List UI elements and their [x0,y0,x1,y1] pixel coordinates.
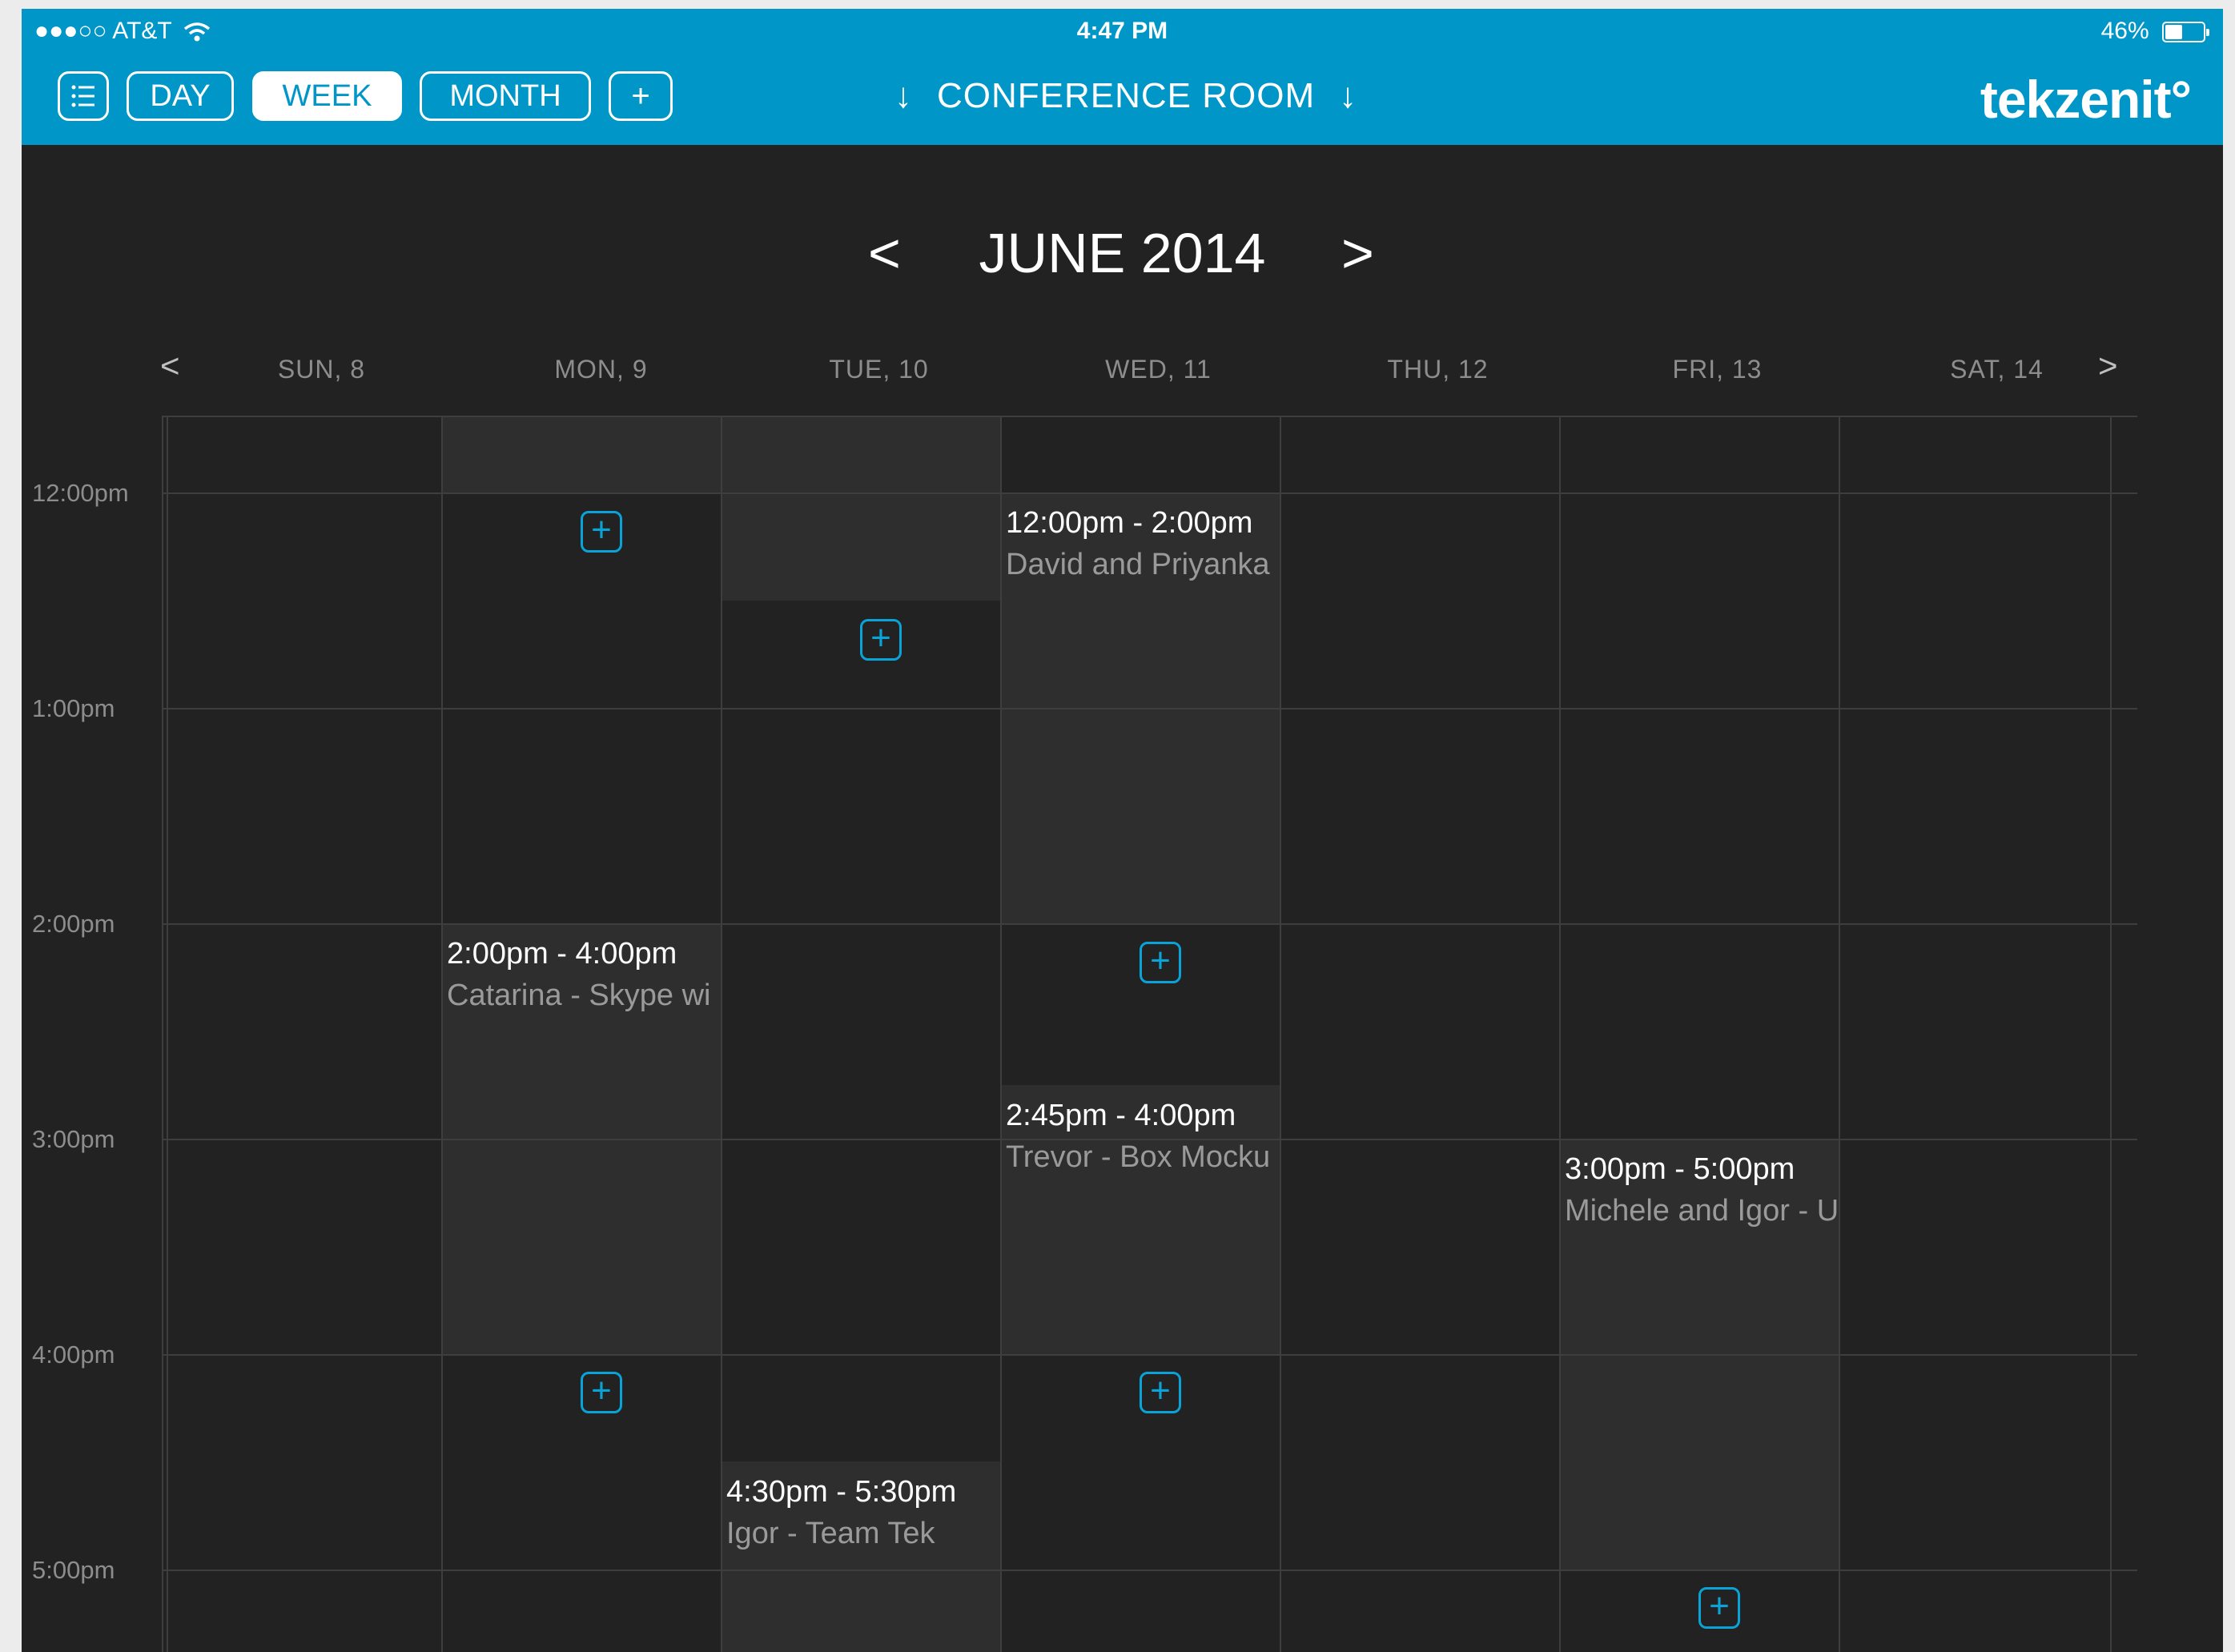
add-slot-button[interactable]: + [581,1372,622,1413]
add-slot-button[interactable]: + [1698,1587,1740,1629]
week-view-button[interactable]: WEEK [252,71,402,121]
day-header-wed: WED, 11 [1105,355,1212,384]
add-event-button[interactable]: + [609,71,673,121]
event-time: 2:45pm - 4:00pm [1006,1099,1236,1132]
list-icon [71,85,94,107]
grid-line [1839,416,1840,1652]
grid-line [162,416,163,1652]
tekzenit-logo: tekzenit° [1980,70,2192,129]
grid-line [162,416,2137,417]
grid-line [721,416,722,1652]
add-slot-button[interactable]: + [1140,1372,1181,1413]
grid-line [1000,416,1002,1652]
unavailable-slot [721,416,1000,601]
status-time: 4:47 PM [1076,18,1168,44]
menu-button[interactable] [58,71,109,121]
time-label: 5:00pm [32,1556,115,1584]
add-slot-button[interactable]: + [581,511,622,553]
day-header-thu: THU, 12 [1387,355,1489,384]
day-header-fri: FRI, 13 [1672,355,1763,384]
day-header-sun: SUN, 8 [277,355,366,384]
month-title: JUNE 2014 [979,222,1266,284]
day-header-mon: MON, 9 [554,355,648,384]
event-time: 12:00pm - 2:00pm [1006,506,1253,540]
time-label: 1:00pm [32,694,115,722]
event-time: 2:00pm - 4:00pm [447,937,677,971]
event-title: Catarina - Skype wi [447,979,711,1012]
day-view-button[interactable]: DAY [127,71,234,121]
room-label: CONFERENCE ROOM [937,76,1316,115]
event-title: Trevor - Box Mocku [1006,1140,1271,1174]
arrow-down-icon: ↓ [894,76,913,115]
grid-line [162,1139,2137,1140]
event-title: David and Priyanka [1006,548,1270,581]
time-label: 2:00pm [32,910,115,938]
add-slot-button[interactable]: + [860,619,902,661]
grid-line [167,416,168,1652]
event-time: 3:00pm - 5:00pm [1565,1152,1795,1186]
time-label: 12:00pm [32,479,129,507]
day-header-sat: SAT, 14 [1950,355,2044,384]
next-week-button[interactable]: > [2098,347,2118,385]
grid-line [162,1570,2137,1571]
event-title: Michele and Igor - U [1565,1194,1839,1228]
arrow-down-icon: ↓ [1339,76,1358,115]
grid-line [1280,416,1281,1652]
grid-line [162,492,2137,494]
top-bar: ●●●○○ AT&T 4:47 PM 46% DAY WEEK MONTH + … [22,9,2223,145]
prev-week-button[interactable]: < [160,347,180,385]
grid-line [162,1354,2137,1356]
grid-line [2110,416,2112,1652]
battery-icon [2162,22,2209,43]
event-title: Igor - Team Tek [726,1517,935,1550]
next-month-button[interactable]: > [1341,221,1374,285]
event-card[interactable]: 2:45pm - 4:00pm Trevor - Box Mocku [1000,1085,1280,1354]
day-header-tue: TUE, 10 [829,355,929,384]
unavailable-slot [441,416,721,492]
battery-percent: 46% [2100,18,2149,44]
add-slot-button[interactable]: + [1140,942,1181,983]
room-selector[interactable]: ↓ CONFERENCE ROOM ↓ [870,71,1381,121]
event-card[interactable]: 4:30pm - 5:30pm Igor - Team Tek [721,1461,1000,1652]
app-screen: ●●●○○ AT&T 4:47 PM 46% DAY WEEK MONTH + … [22,9,2223,1652]
prev-month-button[interactable]: < [868,221,901,285]
grid-line [441,416,443,1652]
grid-line [162,708,2137,709]
week-grid: 12:00pm - 2:00pm David and Priyanka 2:00… [162,416,2137,1652]
grid-line [162,923,2137,925]
month-view-button[interactable]: MONTH [420,71,591,121]
grid-line [1559,416,1561,1652]
event-time: 4:30pm - 5:30pm [726,1475,957,1509]
time-label: 4:00pm [32,1340,115,1369]
time-label: 3:00pm [32,1125,115,1153]
